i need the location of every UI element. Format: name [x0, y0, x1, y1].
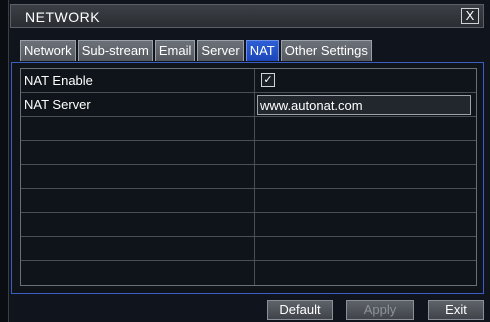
empty-row	[21, 165, 476, 189]
tab-other-settings[interactable]: Other Settings	[280, 40, 372, 61]
tab-sub-stream[interactable]: Sub-stream	[77, 40, 153, 61]
tab-bar: Network Sub-stream Email Server NAT Othe…	[20, 40, 374, 62]
left-edge-bar	[0, 0, 9, 322]
nat-enable-row: NAT Enable ✓	[21, 69, 476, 93]
empty-row	[21, 261, 476, 285]
nat-server-label: NAT Server	[21, 93, 255, 116]
nat-enable-label: NAT Enable	[21, 69, 255, 92]
empty-row	[21, 237, 476, 261]
nat-enable-checkbox[interactable]: ✓	[261, 73, 275, 87]
nat-server-row: NAT Server	[21, 93, 476, 117]
close-button[interactable]: X	[461, 8, 479, 24]
window-title: NETWORK	[25, 9, 101, 25]
tab-network[interactable]: Network	[20, 40, 76, 61]
tab-nat[interactable]: NAT	[245, 40, 279, 61]
empty-row	[21, 189, 476, 213]
title-bar: NETWORK X	[10, 4, 484, 28]
network-window: NETWORK X Network Sub-stream Email Serve…	[0, 0, 490, 322]
tab-email[interactable]: Email	[154, 40, 196, 61]
default-button[interactable]: Default	[267, 300, 333, 320]
tab-server[interactable]: Server	[197, 40, 244, 61]
exit-button[interactable]: Exit	[428, 300, 484, 320]
empty-row	[21, 213, 476, 237]
nat-panel: NAT Enable ✓ NAT Server	[11, 62, 484, 294]
empty-row	[21, 117, 476, 141]
apply-button[interactable]: Apply	[346, 300, 414, 320]
nat-server-input[interactable]	[257, 95, 471, 115]
settings-grid: NAT Enable ✓ NAT Server	[20, 68, 477, 286]
empty-row	[21, 141, 476, 165]
